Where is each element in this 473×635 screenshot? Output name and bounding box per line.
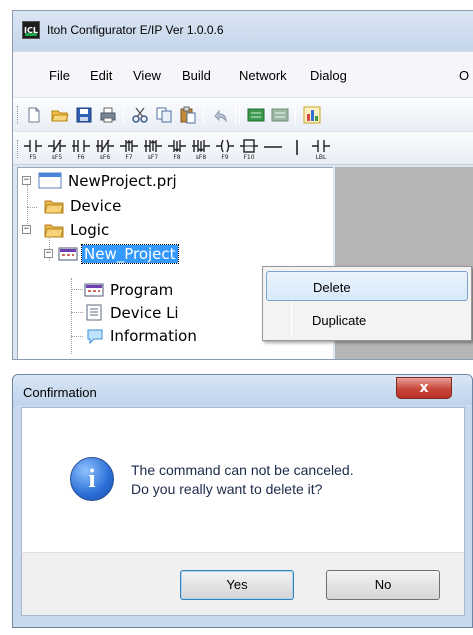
program-block-icon — [58, 247, 78, 261]
confirmation-dialog: Confirmation x i The command can not be … — [12, 374, 473, 628]
svg-text:F9: F9 — [221, 154, 228, 161]
dialog-message-line1: The command can not be canceled. — [131, 462, 354, 478]
falling-edge-icon[interactable]: F8 — [167, 137, 187, 161]
dialog-body: i The command can not be canceled. Do yo… — [21, 407, 465, 552]
yes-button[interactable]: Yes — [180, 570, 294, 600]
parallel-nc-contact-icon[interactable]: sF6 — [95, 137, 115, 161]
tree-guide — [71, 336, 83, 337]
copy-icon[interactable] — [155, 106, 173, 124]
new-file-icon[interactable] — [25, 106, 43, 124]
tree-item-label: Information — [110, 327, 197, 345]
collapse-icon[interactable]: − — [22, 176, 31, 185]
folder-open-icon — [44, 224, 64, 238]
menu-network[interactable]: Network — [239, 68, 287, 83]
context-menu-delete[interactable]: Delete — [266, 271, 468, 301]
toolbar-separator — [295, 105, 296, 125]
svg-text:F6: F6 — [77, 154, 84, 161]
toolbar-separator — [235, 105, 236, 125]
svg-text:sF8: sF8 — [196, 154, 207, 161]
toolbar-separator — [123, 105, 124, 125]
rebuild-icon[interactable] — [271, 106, 289, 124]
program-icon — [84, 283, 104, 297]
menu-file[interactable]: File — [49, 68, 70, 83]
context-menu-label: Delete — [313, 280, 351, 295]
paste-icon[interactable] — [179, 106, 197, 124]
info-icon: i — [70, 457, 114, 501]
svg-text:sF5: sF5 — [52, 154, 63, 161]
vertical-line-icon[interactable] — [287, 137, 307, 161]
menu-dialog[interactable]: Dialog — [310, 68, 347, 83]
dialog-title-bar: Confirmation x — [13, 375, 472, 405]
label-icon[interactable]: LBL — [311, 137, 331, 161]
tree-item-label: Device Li — [110, 304, 179, 322]
no-contact-icon[interactable]: F5 — [23, 137, 43, 161]
toolbar-separator — [239, 105, 240, 125]
toolbar-separator — [203, 105, 204, 125]
tree-item-label: Logic — [70, 221, 110, 239]
function-block-icon[interactable]: F10 — [239, 137, 259, 161]
context-menu-duplicate[interactable]: Duplicate — [266, 305, 468, 335]
tree-item-label: New_Project — [81, 244, 179, 264]
title-bar: ICL Itoh Configurator E/IP Ver 1.0.0.6 — [13, 11, 473, 51]
folder-icon — [44, 200, 64, 214]
context-menu: Delete Duplicate — [262, 266, 472, 341]
dialog-title: Confirmation — [23, 385, 97, 400]
svg-text:F5: F5 — [29, 154, 36, 161]
ladder-toolbar: F5 sF5 F6 sF6 F7 sF7 F8 sF8 F9 F10 LBL — [13, 131, 473, 165]
parallel-rising-edge-icon[interactable]: sF7 — [143, 137, 163, 161]
cut-icon[interactable] — [131, 106, 149, 124]
no-button[interactable]: No — [326, 570, 440, 600]
app-icon: ICL — [22, 21, 40, 39]
speech-bubble-icon — [87, 329, 103, 344]
coil-icon[interactable]: F9 — [215, 137, 235, 161]
menu-edit[interactable]: Edit — [90, 68, 112, 83]
svg-text:sF7: sF7 — [148, 154, 159, 161]
menu-view[interactable]: View — [133, 68, 161, 83]
menu-bar: File Edit View Build Network Dialog O — [13, 51, 473, 97]
standard-toolbar — [13, 97, 473, 131]
dialog-button-bar: Yes No — [21, 552, 465, 616]
horizontal-line-icon[interactable] — [263, 137, 283, 161]
undo-icon[interactable] — [211, 106, 229, 124]
svg-text:F7: F7 — [125, 154, 132, 161]
tree-item-label: Device — [70, 197, 122, 215]
tree-guide — [27, 207, 37, 208]
parallel-falling-edge-icon[interactable]: sF8 — [191, 137, 211, 161]
document-list-icon — [86, 304, 102, 321]
open-folder-icon[interactable] — [51, 106, 69, 124]
svg-text:F8: F8 — [173, 154, 180, 161]
context-menu-label: Duplicate — [312, 313, 367, 328]
close-button[interactable]: x — [396, 377, 452, 399]
tree-guide — [27, 185, 28, 207]
build-icon[interactable] — [247, 106, 265, 124]
menu-build[interactable]: Build — [182, 68, 211, 83]
tree-guide — [71, 289, 83, 290]
collapse-icon[interactable]: − — [22, 225, 31, 234]
menu-more[interactable]: O — [459, 68, 469, 83]
svg-text:F10: F10 — [243, 154, 254, 161]
project-file-icon — [38, 172, 62, 189]
chart-icon[interactable] — [303, 106, 321, 124]
tree-item-label: Program — [110, 281, 174, 299]
rising-edge-icon[interactable]: F7 — [119, 137, 139, 161]
tree-item-label: NewProject.prj — [68, 172, 177, 190]
nc-contact-icon[interactable]: sF5 — [47, 137, 67, 161]
window-title: Itoh Configurator E/IP Ver 1.0.0.6 — [47, 23, 224, 37]
toolbar-grip[interactable] — [17, 106, 20, 124]
dialog-message-line2: Do you really want to delete it? — [131, 481, 323, 497]
toolbar-grip[interactable] — [17, 140, 20, 158]
svg-text:LBL: LBL — [316, 154, 327, 161]
save-icon[interactable] — [75, 106, 93, 124]
print-icon[interactable] — [99, 106, 117, 124]
parallel-no-contact-icon[interactable]: F6 — [71, 137, 91, 161]
tree-guide — [71, 312, 83, 313]
collapse-icon[interactable]: − — [44, 249, 53, 258]
close-icon: x — [419, 380, 429, 396]
svg-text:sF6: sF6 — [100, 154, 111, 161]
